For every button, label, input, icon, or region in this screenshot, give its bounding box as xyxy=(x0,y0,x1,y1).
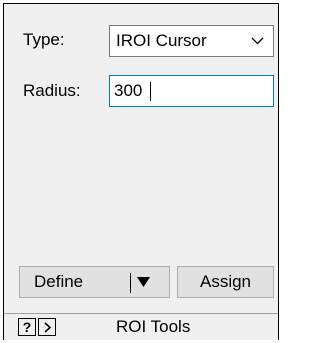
type-label: Type: xyxy=(23,30,65,49)
define-button-label: Define xyxy=(34,272,84,291)
help-icon: ? xyxy=(22,319,32,335)
type-select-value: IROI Cursor xyxy=(116,31,207,50)
radius-label: Radius: xyxy=(23,81,81,100)
triangle-down-icon[interactable] xyxy=(136,275,151,289)
text-caret xyxy=(150,82,151,101)
panel-footer: ? ROI Tools xyxy=(4,313,278,340)
expand-button[interactable] xyxy=(38,318,56,336)
split-divider xyxy=(130,273,131,293)
radius-field[interactable] xyxy=(109,75,274,107)
panel-title: ROI Tools xyxy=(116,317,191,336)
define-split-button[interactable]: Define xyxy=(19,266,170,298)
chevron-down-icon xyxy=(251,37,264,45)
help-button[interactable]: ? xyxy=(18,318,36,336)
chevron-right-icon xyxy=(44,322,52,333)
radius-input[interactable] xyxy=(110,76,273,106)
type-select[interactable]: IROI Cursor xyxy=(109,25,274,57)
roi-tools-panel: Type: IROI Cursor Radius: Define Assign … xyxy=(3,3,279,340)
assign-button[interactable]: Assign xyxy=(177,266,274,298)
assign-button-label: Assign xyxy=(199,272,252,291)
